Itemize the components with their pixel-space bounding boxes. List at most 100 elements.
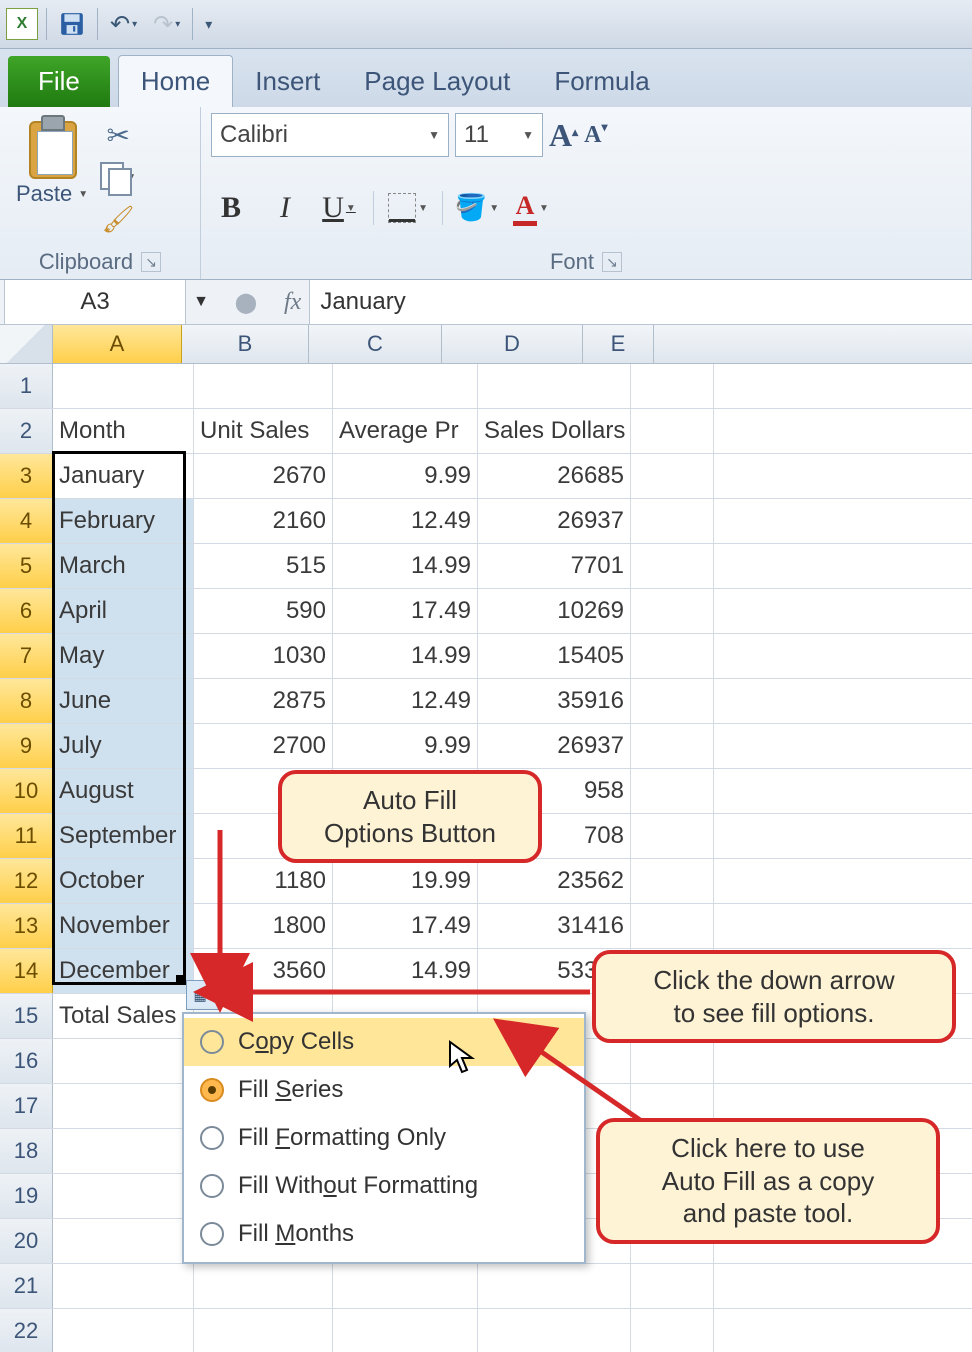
cell[interactable]: April: [53, 589, 194, 633]
cell[interactable]: [631, 499, 714, 543]
cell[interactable]: 17.49: [333, 589, 478, 633]
tab-home[interactable]: Home: [118, 55, 233, 107]
cell[interactable]: [194, 364, 333, 408]
tab-formulas[interactable]: Formula: [532, 56, 671, 107]
row-header[interactable]: 1: [0, 364, 53, 408]
cell[interactable]: March: [53, 544, 194, 588]
cell[interactable]: [333, 364, 478, 408]
cell[interactable]: [194, 1309, 333, 1352]
cell[interactable]: Month: [53, 409, 194, 453]
cell[interactable]: 2160: [194, 499, 333, 543]
bold-button[interactable]: B: [211, 188, 251, 228]
cell[interactable]: August: [53, 769, 194, 813]
redo-split-dd[interactable]: ▾: [175, 19, 180, 30]
underline-button[interactable]: U▼: [319, 188, 359, 228]
cell[interactable]: 12.49: [333, 679, 478, 723]
row-header[interactable]: 5: [0, 544, 53, 588]
select-all-corner[interactable]: [0, 325, 53, 363]
cell[interactable]: [53, 364, 194, 408]
borders-button[interactable]: ▼: [388, 188, 428, 228]
shrink-font-button[interactable]: A▾: [584, 122, 607, 149]
undo-split-dd[interactable]: ▾: [132, 19, 137, 30]
cell[interactable]: [53, 1129, 194, 1173]
row-header[interactable]: 20: [0, 1219, 53, 1263]
cell[interactable]: 26937: [478, 724, 631, 768]
cell[interactable]: 35916: [478, 679, 631, 723]
cell[interactable]: 14.99: [333, 634, 478, 678]
row-header[interactable]: 17: [0, 1084, 53, 1128]
cell[interactable]: [53, 1309, 194, 1352]
name-box[interactable]: A3: [4, 280, 186, 325]
cell[interactable]: 14.99: [333, 949, 478, 993]
cell[interactable]: 23562: [478, 859, 631, 903]
fill-color-button[interactable]: 🪣▼: [457, 188, 497, 228]
cell[interactable]: [631, 409, 714, 453]
row-header[interactable]: 12: [0, 859, 53, 903]
cell[interactable]: 14.99: [333, 544, 478, 588]
cell[interactable]: [631, 589, 714, 633]
cell[interactable]: 2700: [194, 724, 333, 768]
row-header[interactable]: 22: [0, 1309, 53, 1352]
cell[interactable]: 9.99: [333, 454, 478, 498]
row-header[interactable]: 6: [0, 589, 53, 633]
cut-button[interactable]: ✂: [100, 117, 136, 153]
row-header[interactable]: 15: [0, 994, 53, 1038]
formula-input[interactable]: January: [309, 280, 972, 324]
tab-page-layout[interactable]: Page Layout: [342, 56, 532, 107]
cell[interactable]: [53, 1084, 194, 1128]
cell[interactable]: Unit Sales: [194, 409, 333, 453]
col-header-A[interactable]: A: [53, 325, 182, 363]
cell[interactable]: 10269: [478, 589, 631, 633]
cell[interactable]: November: [53, 904, 194, 948]
cell[interactable]: Total Sales: [53, 994, 194, 1038]
row-header[interactable]: 13: [0, 904, 53, 948]
cell[interactable]: 19.99: [333, 859, 478, 903]
cell[interactable]: September: [53, 814, 194, 858]
cell[interactable]: [53, 1219, 194, 1263]
cell[interactable]: [333, 1309, 478, 1352]
cell[interactable]: [631, 1264, 714, 1308]
cell[interactable]: 515: [194, 544, 333, 588]
grow-font-button[interactable]: A▴: [549, 117, 578, 154]
cell[interactable]: Average Pr: [333, 409, 478, 453]
cell[interactable]: 1030: [194, 634, 333, 678]
cell[interactable]: July: [53, 724, 194, 768]
cell[interactable]: 26937: [478, 499, 631, 543]
cell[interactable]: [631, 364, 714, 408]
col-header-E[interactable]: E: [583, 325, 654, 363]
cell[interactable]: 17.49: [333, 904, 478, 948]
cell[interactable]: 1180: [194, 859, 333, 903]
copy-button[interactable]: ▼: [100, 159, 136, 195]
menu-copy-cells[interactable]: Copy Cells: [184, 1018, 584, 1066]
cell[interactable]: 7701: [478, 544, 631, 588]
cell[interactable]: 2875: [194, 679, 333, 723]
cell[interactable]: [333, 1264, 478, 1308]
cell[interactable]: [478, 1309, 631, 1352]
undo-button[interactable]: ↶▾: [106, 8, 141, 41]
cell[interactable]: [631, 1309, 714, 1352]
cell[interactable]: January: [53, 454, 194, 498]
redo-button[interactable]: ↷▾: [149, 8, 184, 41]
cell[interactable]: 9.99: [333, 724, 478, 768]
italic-button[interactable]: I: [265, 188, 305, 228]
cell[interactable]: May: [53, 634, 194, 678]
cell[interactable]: [631, 769, 714, 813]
customize-qat-button[interactable]: ▾: [201, 14, 216, 35]
cell[interactable]: 12.49: [333, 499, 478, 543]
row-header[interactable]: 3: [0, 454, 53, 498]
cell[interactable]: [631, 454, 714, 498]
row-header[interactable]: 7: [0, 634, 53, 678]
row-header[interactable]: 10: [0, 769, 53, 813]
clipboard-launcher[interactable]: ↘: [141, 252, 161, 272]
cell[interactable]: [631, 679, 714, 723]
row-header[interactable]: 8: [0, 679, 53, 723]
row-header[interactable]: 11: [0, 814, 53, 858]
row-header[interactable]: 14: [0, 949, 53, 993]
cell[interactable]: 31416: [478, 904, 631, 948]
file-tab[interactable]: File: [8, 56, 110, 107]
menu-fill-months[interactable]: Fill Months: [184, 1210, 584, 1258]
cell[interactable]: June: [53, 679, 194, 723]
cell[interactable]: [631, 814, 714, 858]
row-header[interactable]: 16: [0, 1039, 53, 1083]
cell[interactable]: [631, 1039, 714, 1083]
